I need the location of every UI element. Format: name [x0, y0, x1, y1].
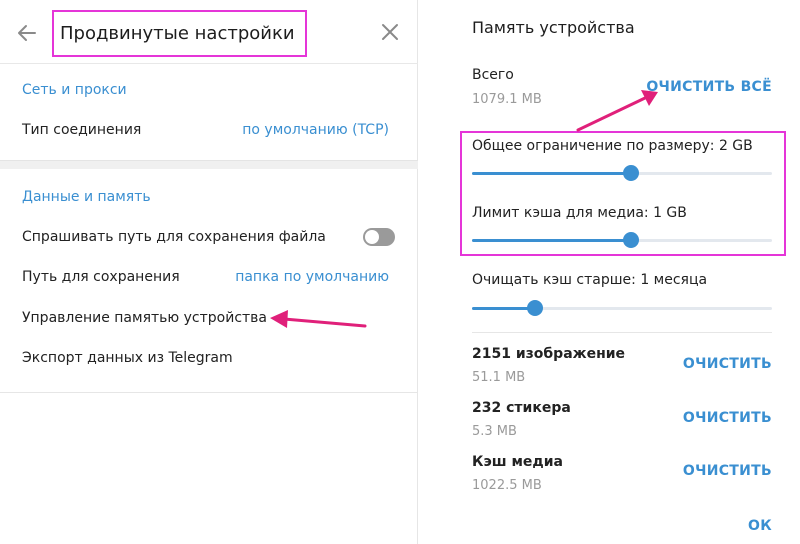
section-divider — [0, 160, 418, 169]
slider-thumb[interactable] — [527, 300, 543, 316]
ask-path-toggle[interactable] — [363, 228, 395, 246]
clear-older-slider[interactable] — [472, 300, 772, 316]
clear-older-label: Очищать кэш старше: 1 месяца — [472, 272, 708, 288]
title-highlight: Продвинутые настройки — [52, 10, 307, 57]
dialog-title: Память устройства — [472, 18, 635, 37]
clear-stickers-button[interactable]: ОЧИСТИТЬ — [683, 410, 772, 426]
category-size-images: 51.1 MB — [472, 370, 526, 385]
divider — [0, 392, 418, 393]
toggle-knob — [365, 230, 379, 244]
network-section-title: Сеть и прокси — [22, 82, 127, 98]
slider-fill — [472, 307, 535, 310]
total-size: 1079.1 MB — [472, 92, 542, 107]
save-path-label[interactable]: Путь для сохранения — [22, 269, 180, 285]
ok-button[interactable]: ОК — [748, 518, 772, 534]
device-storage-dialog: Память устройства Всего 1079.1 MB ОЧИСТИ… — [455, 0, 800, 544]
clear-images-button[interactable]: ОЧИСТИТЬ — [683, 356, 772, 372]
close-icon — [382, 24, 398, 40]
clear-all-button[interactable]: ОЧИСТИТЬ ВСЁ — [646, 79, 772, 95]
sliders-highlight — [460, 131, 786, 256]
connection-type-label[interactable]: Тип соединения — [22, 122, 141, 138]
category-name-images: 2151 изображение — [472, 346, 626, 362]
category-name-media-cache: Кэш медиа — [472, 454, 563, 470]
arrow-left-icon — [18, 25, 36, 41]
close-button[interactable] — [378, 20, 402, 44]
clear-media-cache-button[interactable]: ОЧИСТИТЬ — [683, 463, 772, 479]
category-name-stickers: 232 стикера — [472, 400, 571, 416]
save-path-value[interactable]: папка по умолчанию — [235, 269, 389, 285]
export-data-item[interactable]: Экспорт данных из Telegram — [22, 350, 233, 366]
total-label: Всего — [472, 67, 514, 83]
advanced-settings-panel: Продвинутые настройки Сеть и прокси Тип … — [0, 0, 418, 544]
divider — [472, 332, 772, 333]
back-button[interactable] — [14, 20, 40, 46]
panel-header: Продвинутые настройки — [0, 0, 418, 64]
page-title: Продвинутые настройки — [60, 23, 295, 44]
connection-type-value[interactable]: по умолчанию (TCP) — [242, 122, 389, 138]
category-size-stickers: 5.3 MB — [472, 424, 517, 439]
storage-management-item[interactable]: Управление памятью устройства — [22, 310, 267, 326]
ask-path-label[interactable]: Спрашивать путь для сохранения файла — [22, 229, 326, 245]
category-size-media-cache: 1022.5 MB — [472, 478, 542, 493]
data-section-title: Данные и память — [22, 189, 151, 205]
